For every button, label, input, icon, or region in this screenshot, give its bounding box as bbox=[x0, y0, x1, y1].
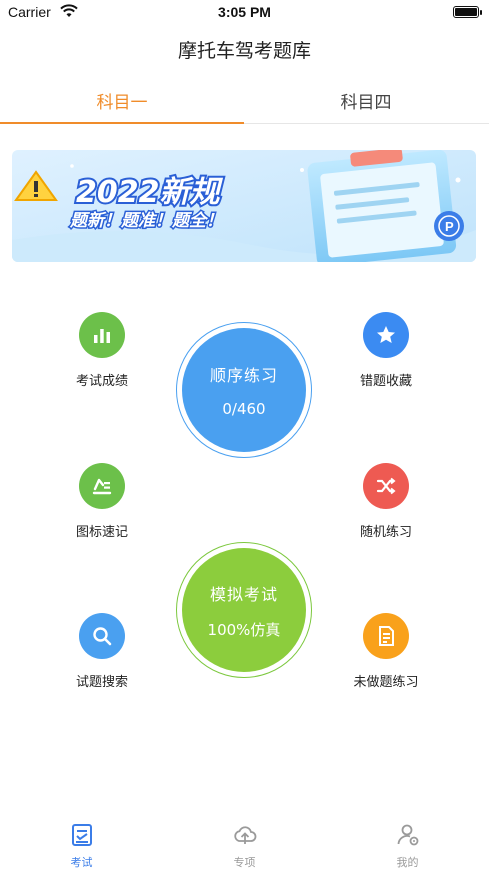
question-search-button[interactable]: 试题搜索 bbox=[52, 613, 152, 690]
tab-subject-four[interactable]: 科目四 bbox=[244, 88, 488, 113]
sign-memo-icon bbox=[79, 463, 125, 509]
document-icon bbox=[363, 613, 409, 659]
subject-tabs: 科目一 科目四 bbox=[0, 84, 489, 124]
tab-subject-one[interactable]: 科目一 bbox=[0, 88, 244, 113]
shuffle-icon bbox=[363, 463, 409, 509]
cloud-upload-icon bbox=[233, 826, 256, 844]
tabbar-mine[interactable]: 我的 bbox=[326, 822, 489, 870]
star-icon bbox=[363, 312, 409, 358]
question-search-label: 试题搜索 bbox=[75, 675, 128, 690]
user-settings-icon bbox=[397, 824, 418, 846]
clock: 3:05 PM bbox=[218, 4, 271, 20]
sequential-practice-button[interactable]: 顺序练习 0/460 bbox=[176, 322, 312, 458]
bar-chart-icon bbox=[79, 312, 125, 358]
sign-memo-button[interactable]: 图标速记 bbox=[52, 463, 152, 540]
search-icon bbox=[79, 613, 125, 659]
tabbar-exam-label: 考试 bbox=[70, 856, 93, 869]
tabbar-exam[interactable]: 考试 bbox=[0, 822, 163, 870]
bottom-tab-bar: 考试 专项 我的 bbox=[0, 818, 489, 875]
tabbar-mine-label: 我的 bbox=[396, 856, 419, 869]
sign-memo-label: 图标速记 bbox=[75, 525, 128, 540]
sequential-practice-progress: 0/460 bbox=[222, 400, 266, 418]
exam-score-button[interactable]: 考试成绩 bbox=[52, 312, 152, 389]
random-practice-button[interactable]: 随机练习 bbox=[336, 463, 436, 540]
wrong-favorites-button[interactable]: 错题收藏 bbox=[336, 312, 436, 389]
undone-practice-label: 未做题练习 bbox=[353, 675, 419, 690]
exam-score-label: 考试成绩 bbox=[75, 374, 128, 389]
mock-exam-title: 模拟考试 bbox=[209, 584, 278, 604]
page-title: 摩托车驾考题库 bbox=[177, 40, 311, 62]
wrong-favorites-label: 错题收藏 bbox=[359, 374, 412, 389]
mock-exam-button[interactable]: 模拟考试 100%仿真 bbox=[176, 542, 312, 678]
banner-subline: 题新！题准！题全！ bbox=[69, 211, 223, 231]
undone-practice-button[interactable]: 未做题练习 bbox=[336, 613, 436, 690]
tab-underline bbox=[0, 122, 244, 124]
random-practice-label: 随机练习 bbox=[359, 525, 412, 540]
tabbar-topics-label: 专项 bbox=[233, 856, 256, 869]
battery-icon bbox=[453, 6, 482, 18]
svg-text:P: P bbox=[445, 219, 454, 234]
mock-exam-subtitle: 100%仿真 bbox=[207, 620, 281, 639]
mock-exam-circle: 模拟考试 100%仿真 bbox=[182, 548, 306, 672]
banner-headline: 2022新规 bbox=[76, 175, 223, 210]
exam-icon bbox=[71, 824, 92, 846]
tabbar-topics[interactable]: 专项 bbox=[163, 822, 326, 870]
status-bar: Carrier 3:05 PM bbox=[0, 0, 489, 26]
banner-art: P 2022新规 题新！题准！题全！ bbox=[12, 150, 476, 262]
sequential-practice-title: 顺序练习 bbox=[209, 366, 278, 385]
sequential-practice-circle: 顺序练习 0/460 bbox=[182, 328, 306, 452]
promo-banner[interactable]: P 2022新规 题新！题准！题全！ bbox=[12, 150, 476, 262]
